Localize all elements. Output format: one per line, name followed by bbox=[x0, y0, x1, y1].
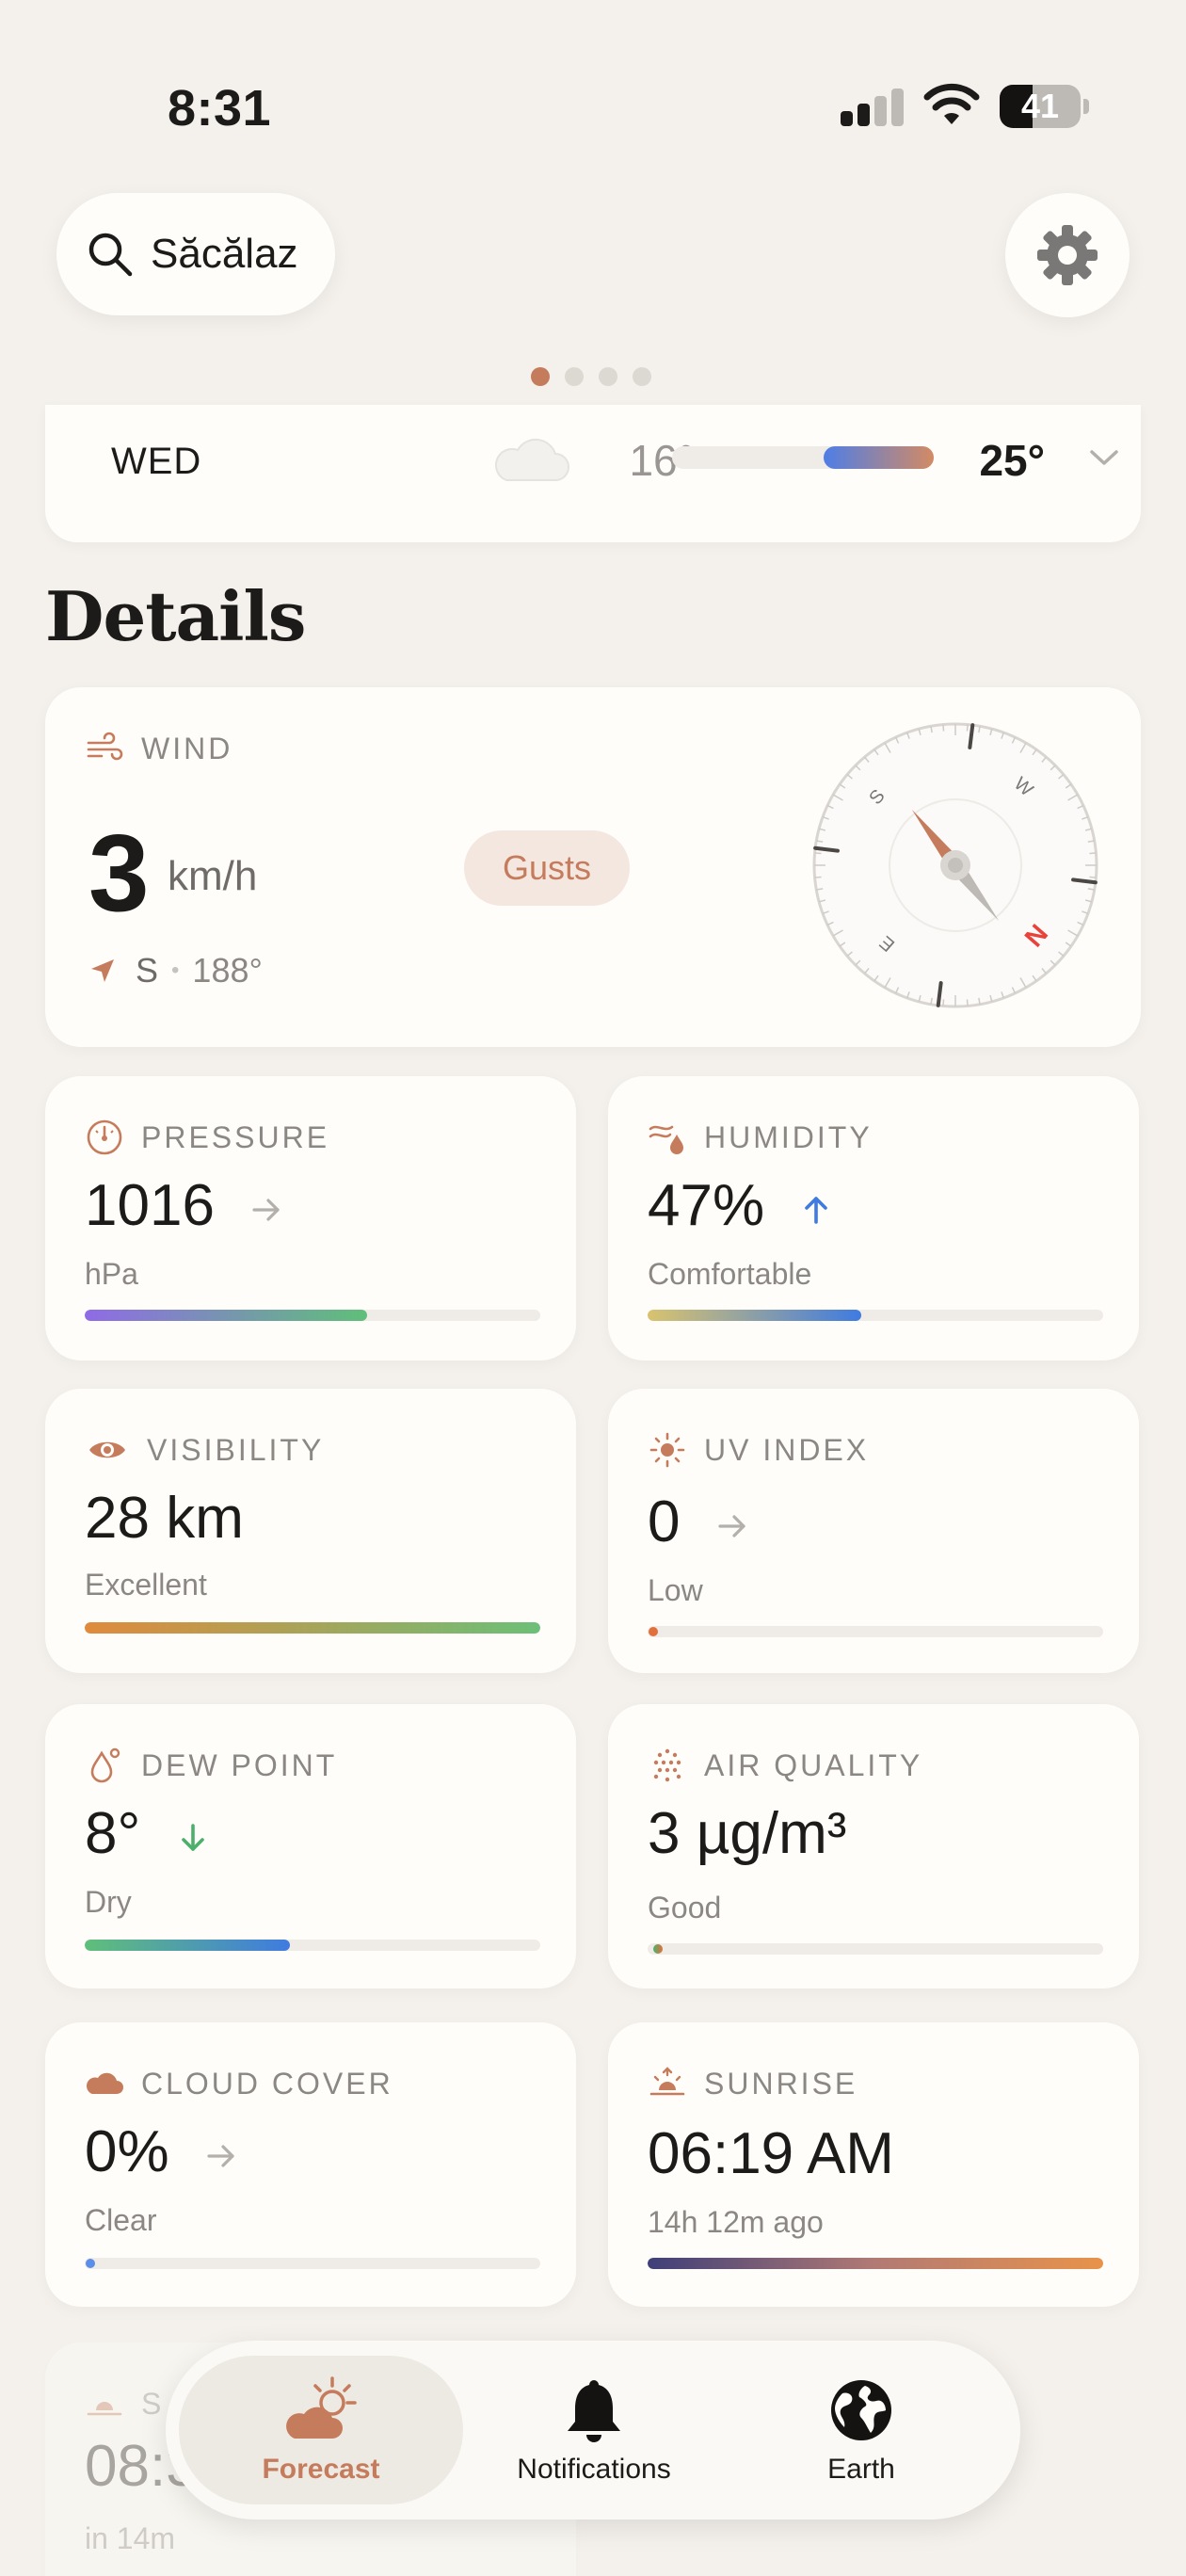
gear-icon bbox=[1037, 225, 1098, 285]
forecast-day-row[interactable]: WED 16° 25° bbox=[45, 405, 1141, 542]
cloud-cover-card[interactable]: CLOUD COVER 0% Clear bbox=[45, 2022, 576, 2307]
visibility-card[interactable]: VISIBILITY 28 km Excellent bbox=[45, 1389, 576, 1673]
air-quality-card[interactable]: AIR QUALITY 3 µg/m³ Good bbox=[608, 1704, 1139, 1988]
day-name: WED bbox=[111, 441, 202, 482]
sunset-icon bbox=[87, 2402, 122, 2416]
page-dot[interactable] bbox=[633, 367, 651, 386]
wind-card[interactable]: WIND 3 km/h Gusts S • 188° SWEN bbox=[45, 687, 1141, 1047]
air-quality-value: 3 µg/m³ bbox=[648, 1801, 847, 1866]
arrow-right-icon bbox=[252, 1199, 280, 1221]
section-title-details: Details bbox=[45, 576, 306, 656]
air-quality-bar bbox=[648, 1943, 1103, 1955]
wind-unit: km/h bbox=[168, 853, 258, 899]
gusts-badge[interactable]: Gusts bbox=[464, 830, 630, 906]
cloud-icon bbox=[86, 2072, 123, 2094]
humidity-bar bbox=[648, 1310, 1103, 1321]
arrow-right-icon bbox=[718, 1515, 745, 1538]
pressure-unit: hPa bbox=[85, 1257, 138, 1291]
tab-earth[interactable]: Earth bbox=[744, 2356, 979, 2504]
pressure-label: PRESSURE bbox=[141, 1119, 330, 1154]
uv-index-card[interactable]: UV INDEX 0 Low bbox=[608, 1389, 1139, 1673]
humidity-label: HUMIDITY bbox=[704, 1119, 873, 1154]
arrow-down-icon bbox=[181, 1823, 204, 1851]
sunset-label: S bbox=[141, 2386, 165, 2421]
chevron-down-icon[interactable] bbox=[1088, 446, 1120, 469]
wind-direction-cardinal: S bbox=[136, 951, 159, 990]
wind-speed: 3 bbox=[88, 812, 150, 934]
arrow-right-icon bbox=[207, 2145, 234, 2167]
uv-index-description: Low bbox=[648, 1573, 703, 1607]
dew-point-description: Dry bbox=[85, 1885, 132, 1919]
humidity-value: 47% bbox=[648, 1173, 765, 1238]
cloud-cover-description: Clear bbox=[85, 2203, 157, 2237]
location-name: Săcălaz bbox=[151, 231, 298, 277]
humidity-card[interactable]: HUMIDITY 47% Comfortable bbox=[608, 1076, 1139, 1360]
tab-forecast[interactable]: Forecast bbox=[179, 2356, 463, 2504]
gauge-icon bbox=[87, 1119, 122, 1155]
visibility-bar bbox=[85, 1622, 540, 1634]
wifi-icon bbox=[923, 83, 980, 124]
visibility-description: Excellent bbox=[85, 1568, 207, 1602]
bell-icon bbox=[568, 2380, 620, 2442]
sun-cloud-icon bbox=[286, 2376, 357, 2439]
page-dot[interactable] bbox=[531, 367, 550, 386]
location-search-button[interactable]: Săcălaz bbox=[56, 193, 335, 315]
cloud-cover-label: CLOUD COVER bbox=[141, 2066, 393, 2101]
uv-index-label: UV INDEX bbox=[704, 1432, 870, 1467]
sunrise-icon bbox=[649, 2067, 685, 2096]
status-time: 8:31 bbox=[168, 80, 272, 137]
droplet-icon bbox=[90, 1747, 120, 1783]
dew-point-label: DEW POINT bbox=[141, 1747, 338, 1782]
dew-point-value: 8° bbox=[85, 1801, 141, 1866]
cloud-icon bbox=[494, 438, 569, 481]
pressure-bar bbox=[85, 1310, 540, 1321]
page-indicator[interactable] bbox=[531, 367, 663, 390]
direction-arrow-icon bbox=[91, 959, 114, 982]
tab-forecast-label: Forecast bbox=[262, 2454, 380, 2485]
tab-notifications-label: Notifications bbox=[517, 2454, 671, 2485]
battery-percent: 41 bbox=[1020, 87, 1060, 125]
wind-direction: S • 188° bbox=[88, 951, 263, 990]
cloud-cover-value: 0% bbox=[85, 2119, 169, 2184]
wind-icon bbox=[87, 732, 123, 761]
wind-compass: S WE N bbox=[812, 722, 1098, 1008]
sunrise-time: 06:19 AM bbox=[648, 2121, 894, 2186]
arrow-up-icon bbox=[805, 1196, 828, 1224]
battery-icon: 41 bbox=[1000, 85, 1089, 128]
visibility-value: 28 km bbox=[85, 1486, 244, 1551]
sunrise-bar bbox=[648, 2258, 1103, 2269]
air-quality-description: Good bbox=[648, 1891, 722, 1924]
temperature-range-bar bbox=[672, 446, 934, 469]
uv-index-value: 0 bbox=[648, 1489, 681, 1554]
cloud-cover-bar bbox=[85, 2258, 540, 2269]
eye-icon bbox=[89, 1441, 125, 1458]
search-icon bbox=[88, 233, 133, 277]
sunrise-card[interactable]: SUNRISE 06:19 AM 14h 12m ago bbox=[608, 2022, 1139, 2307]
wind-direction-degrees: 188° bbox=[192, 951, 263, 990]
globe-icon bbox=[831, 2380, 891, 2440]
dew-point-card[interactable]: DEW POINT 8° Dry bbox=[45, 1704, 576, 1988]
sunrise-description: 14h 12m ago bbox=[648, 2205, 824, 2239]
bottom-tab-bar: Forecast Notifications Earth bbox=[166, 2341, 1020, 2520]
humidity-description: Comfortable bbox=[648, 1257, 812, 1291]
wind-label: WIND bbox=[141, 731, 233, 765]
sunrise-label: SUNRISE bbox=[704, 2066, 858, 2101]
pressure-value: 1016 bbox=[85, 1173, 215, 1238]
page-dot[interactable] bbox=[565, 367, 584, 386]
cellular-signal-icon bbox=[841, 89, 905, 126]
uv-index-bar bbox=[648, 1626, 1103, 1637]
dew-point-bar bbox=[85, 1940, 540, 1951]
tab-earth-label: Earth bbox=[827, 2454, 895, 2485]
visibility-label: VISIBILITY bbox=[147, 1432, 325, 1467]
particles-icon bbox=[653, 1748, 681, 1782]
settings-button[interactable] bbox=[1005, 193, 1130, 317]
air-quality-label: AIR QUALITY bbox=[704, 1747, 923, 1782]
sun-icon bbox=[649, 1432, 685, 1468]
sunset-description: in 14m bbox=[85, 2521, 176, 2555]
humidity-icon bbox=[649, 1125, 683, 1154]
day-high-temp: 25° bbox=[979, 436, 1045, 485]
page-dot[interactable] bbox=[599, 367, 617, 386]
pressure-card[interactable]: PRESSURE 1016 hPa bbox=[45, 1076, 576, 1360]
tab-notifications[interactable]: Notifications bbox=[476, 2356, 712, 2504]
